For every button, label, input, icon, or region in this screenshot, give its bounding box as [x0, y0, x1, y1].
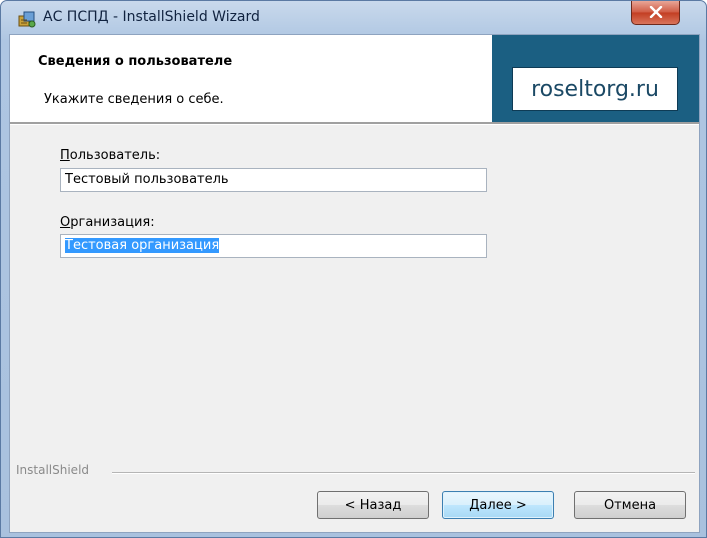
- page-subtitle: Укажите сведения о себе.: [44, 92, 224, 107]
- user-label-text: ользователь:: [69, 148, 161, 163]
- installer-window: АС ПСПД - InstallShield Wizard Сведения …: [0, 0, 707, 538]
- cancel-button[interactable]: Отмена: [574, 491, 686, 519]
- installshield-label: InstallShield: [16, 463, 90, 477]
- organization-label-text: рганизация:: [70, 215, 155, 230]
- page-title: Сведения о пользователе: [38, 54, 233, 69]
- organization-label: Организация:: [60, 215, 155, 230]
- installer-icon: [18, 11, 36, 28]
- organization-label-hotkey: О: [60, 215, 71, 230]
- close-icon: [649, 6, 663, 18]
- footer-divider: [112, 472, 695, 474]
- back-button[interactable]: < Назад: [317, 491, 429, 519]
- next-button[interactable]: Далее >: [442, 491, 554, 519]
- header-divider: [10, 122, 699, 125]
- organization-value: Тестовая организация: [65, 238, 220, 253]
- title-bar[interactable]: АС ПСПД - InstallShield Wizard: [1, 1, 706, 34]
- brand-banner: roseltorg.ru: [492, 35, 699, 122]
- wizard-body: Сведения о пользователе Укажите сведения…: [9, 34, 700, 533]
- user-name-value: Тестовый пользователь: [65, 172, 229, 187]
- wizard-header: Сведения о пользователе Укажите сведения…: [10, 35, 699, 122]
- close-button[interactable]: [631, 1, 680, 25]
- organization-field[interactable]: Тестовая организация: [60, 234, 487, 258]
- user-name-field[interactable]: Тестовый пользователь: [60, 168, 487, 192]
- brand-logo: roseltorg.ru: [512, 67, 678, 111]
- user-label: Пользователь:: [60, 148, 160, 163]
- user-label-hotkey: П: [60, 148, 70, 163]
- window-title: АС ПСПД - InstallShield Wizard: [43, 9, 260, 25]
